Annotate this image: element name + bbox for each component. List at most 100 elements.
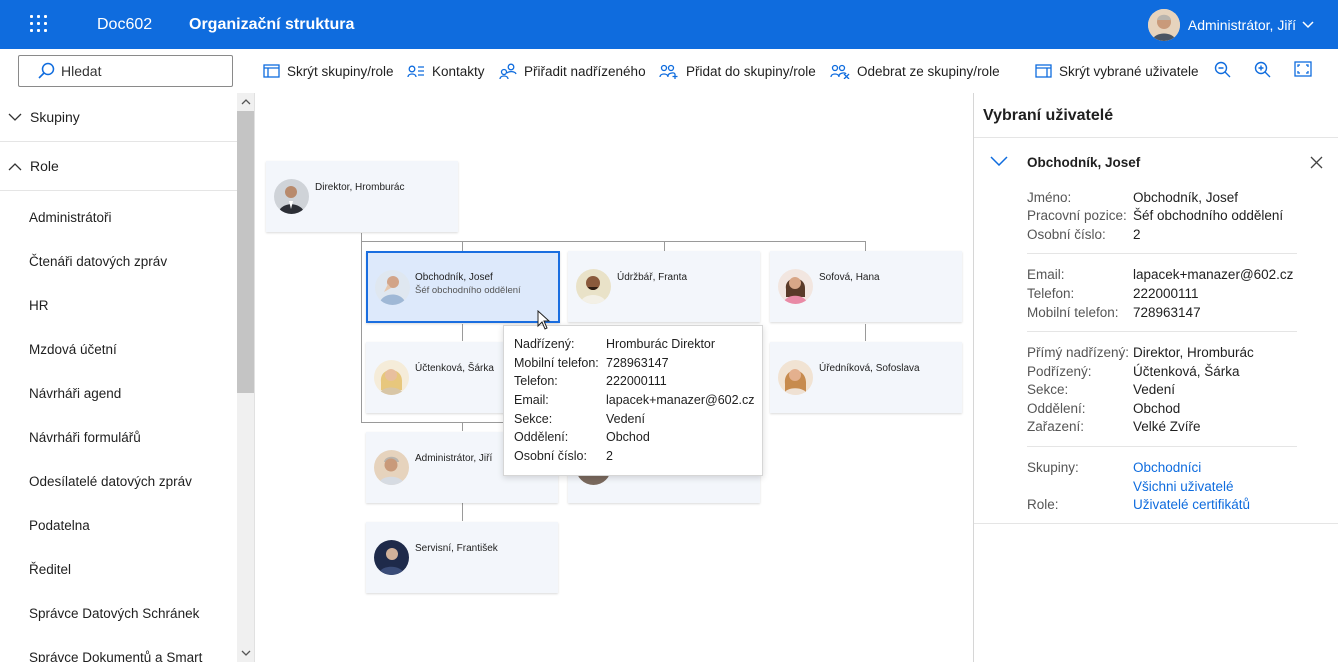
org-card[interactable]: Servisní, František <box>366 522 558 593</box>
connector-line <box>664 241 665 251</box>
org-card-selected[interactable]: Obchodník, Josef Šéf obchodního oddělení <box>366 251 560 323</box>
page-title: Organizační struktura <box>189 16 355 33</box>
connector-line <box>865 324 866 341</box>
detail-value: Velké Zvíře <box>1133 419 1201 434</box>
tooltip-value: Hromburác Direktor <box>606 337 716 351</box>
detail-key: Jméno: <box>1027 190 1072 205</box>
detail-key: Přímý nadřízený: <box>1027 345 1130 360</box>
tooltip-value: Vedení <box>606 411 645 426</box>
detail-row: Osobní číslo: 2 <box>1027 227 1141 242</box>
detail-key: Osobní číslo: <box>1027 227 1106 242</box>
detail-row: Pracovní pozice: Šéf obchodního oddělení <box>1027 208 1283 223</box>
sidebar-item[interactable]: Odesílatelé datových zpráv <box>0 459 237 503</box>
avatar <box>374 450 409 485</box>
tooltip-row: Oddělení: Obchod <box>514 430 762 449</box>
org-card-director[interactable]: Direktor, Hromburác <box>266 161 458 232</box>
remove-from-group-button[interactable]: Odebrat ze skupiny/role <box>830 60 1000 82</box>
scroll-up-icon[interactable] <box>241 97 251 107</box>
sidebar-item[interactable]: Mzdová účetní <box>0 327 237 371</box>
user-name: Administrátor, Jiří <box>1187 17 1296 33</box>
org-card[interactable]: Údržbář, Franta <box>568 251 760 322</box>
org-chart-canvas[interactable]: Direktor, Hromburác Obchodník, Josef Šéf… <box>256 93 973 662</box>
connector-line <box>462 324 463 341</box>
sidebar-scrollbar[interactable] <box>237 93 254 662</box>
hide-selected-users-button[interactable]: Skrýt vybrané uživatele <box>1035 60 1199 82</box>
detail-row: Podřízený: Účtenková, Šárka <box>1027 364 1240 379</box>
detail-row: Všichni uživatelé <box>1027 479 1234 494</box>
tooltip-row: Nadřízený: Hromburác Direktor <box>514 337 762 356</box>
sidebar-item[interactable]: Administrátoři <box>0 195 237 239</box>
detail-key: Role: <box>1027 497 1059 512</box>
scroll-thumb[interactable] <box>237 111 254 393</box>
scroll-down-icon[interactable] <box>241 648 251 658</box>
contacts-button[interactable]: Kontakty <box>407 60 485 82</box>
detail-row: Sekce: Vedení <box>1027 382 1175 397</box>
org-card[interactable]: Úředníková, Sofoslava <box>770 342 962 413</box>
section-roles[interactable]: Role <box>0 142 237 191</box>
detail-key: Oddělení: <box>1027 401 1086 416</box>
detail-row: Role: Uživatelé certifikátů <box>1027 497 1250 512</box>
tooltip-key: Osobní číslo: <box>514 449 587 464</box>
card-subtitle: Šéf obchodního oddělení <box>415 285 521 296</box>
sidebar-item[interactable]: Návrháři formulářů <box>0 415 237 459</box>
hide-selected-label: Skrýt vybrané uživatele <box>1059 63 1199 79</box>
hide-groups-label: Skrýt skupiny/role <box>287 63 394 79</box>
contacts-label: Kontakty <box>432 63 485 79</box>
sidebar-item[interactable]: Ředitel <box>0 547 237 591</box>
avatar <box>778 269 813 304</box>
assign-superior-label: Přiřadit nadřízeného <box>524 63 646 79</box>
role-link[interactable]: Uživatelé certifikátů <box>1133 497 1250 512</box>
mouse-cursor-icon <box>537 310 551 330</box>
search-input[interactable]: Hledat <box>18 55 233 87</box>
detail-row: Přímý nadřízený: Direktor, Hromburác <box>1027 345 1254 360</box>
sidebar-item[interactable]: Návrháři agend <box>0 371 237 415</box>
group-link[interactable]: Všichni uživatelé <box>1133 479 1234 494</box>
people-icon <box>499 63 517 79</box>
detail-row: Email: lapacek+manazer@602.cz <box>1027 267 1293 282</box>
sidebar-item[interactable]: Správce Dokumentů a Smart <box>0 635 237 662</box>
org-card[interactable]: Sofová, Hana <box>770 251 962 322</box>
detail-key: Skupiny: <box>1027 460 1079 475</box>
group-link[interactable]: Obchodníci <box>1133 460 1201 475</box>
detail-row: Oddělení: Obchod <box>1027 401 1180 416</box>
fit-to-screen-icon[interactable] <box>1294 61 1312 77</box>
detail-key: Pracovní pozice: <box>1027 208 1127 223</box>
zoom-out-icon[interactable] <box>1214 61 1232 79</box>
connector-line <box>462 241 463 251</box>
detail-value: 222000111 <box>1133 286 1199 301</box>
tooltip-key: Sekce: <box>514 411 553 426</box>
card-name: Servisní, František <box>415 543 498 554</box>
divider <box>974 137 1338 138</box>
hide-groups-button[interactable]: Skrýt skupiny/role <box>263 60 394 82</box>
app-name[interactable]: Doc602 <box>97 16 152 34</box>
sidebar: Skupiny Role Administrátoři Čtenáři dato… <box>0 93 255 662</box>
zoom-in-icon[interactable] <box>1254 61 1272 79</box>
detail-value: Obchod <box>1133 401 1181 416</box>
tooltip-value: 222000111 <box>606 374 667 389</box>
card-name: Obchodník, Josef <box>415 272 493 283</box>
chevron-down-icon[interactable] <box>990 156 1008 166</box>
card-name: Údržbář, Franta <box>617 272 688 283</box>
close-icon[interactable] <box>1310 156 1323 169</box>
assign-superior-button[interactable]: Přiřadit nadřízeného <box>499 60 646 82</box>
tooltip-value: 2 <box>606 449 613 464</box>
people-add-icon <box>659 64 678 79</box>
detail-value: lapacek+manazer@602.cz <box>1133 267 1294 282</box>
selected-users-panel: Vybraní uživatelé Obchodník, Josef Jméno… <box>973 93 1338 662</box>
sidebar-item[interactable]: HR <box>0 283 237 327</box>
panel-icon <box>1035 64 1052 78</box>
detail-key: Email: <box>1027 267 1065 282</box>
contact-card-icon <box>407 65 424 78</box>
sidebar-item[interactable]: Čtenáři datových zpráv <box>0 239 237 283</box>
sidebar-item[interactable]: Podatelna <box>0 503 237 547</box>
tooltip-key: Oddělení: <box>514 430 569 445</box>
add-to-group-button[interactable]: Přidat do skupiny/role <box>659 60 816 82</box>
app-launcher-icon[interactable] <box>30 15 50 35</box>
user-menu[interactable]: Administrátor, Jiří <box>1147 9 1314 41</box>
tooltip-key: Email: <box>514 393 549 408</box>
section-groups[interactable]: Skupiny <box>0 93 237 142</box>
card-name: Direktor, Hromburác <box>315 182 405 193</box>
tooltip-key: Mobilní telefon: <box>514 355 599 370</box>
sidebar-item[interactable]: Správce Datových Schránek <box>0 591 237 635</box>
tooltip-row: Mobilní telefon: 728963147 <box>514 356 762 375</box>
